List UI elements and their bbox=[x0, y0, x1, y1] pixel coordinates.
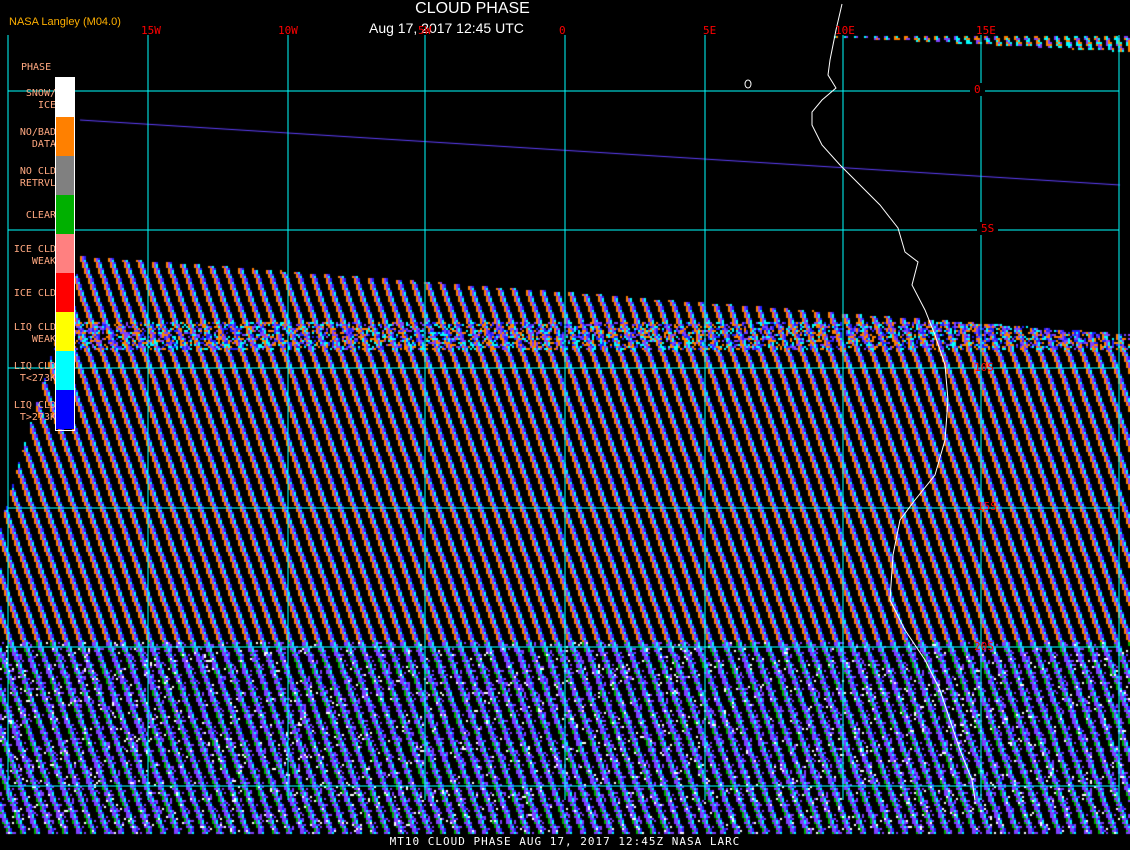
satellite-map-view: CLOUD PHASE Aug 17, 2017 12:45 UTC NASA … bbox=[0, 0, 1130, 850]
legend-label-line: NO CLD bbox=[20, 166, 56, 178]
legend-label-line: LIQ CLD bbox=[14, 400, 56, 412]
credit-label: NASA Langley (M04.0) bbox=[9, 16, 121, 28]
legend-label-line: LIQ CLD bbox=[14, 361, 56, 373]
legend-label: LIQ CLD T<273K bbox=[14, 361, 56, 385]
legend-label-line: LIQ CLD bbox=[14, 322, 56, 334]
legend-label: LIQ CLD WEAK bbox=[14, 322, 56, 346]
legend-label-line: ICE CLD bbox=[14, 288, 56, 300]
legend-label-line: CLEAR bbox=[26, 210, 56, 222]
lat-label-10s: 10S bbox=[970, 361, 998, 374]
lon-label-15e: 15E bbox=[976, 24, 996, 37]
legend-frame bbox=[55, 77, 75, 431]
legend-label-line: WEAK bbox=[14, 334, 56, 346]
legend-label: NO CLD RETRVL bbox=[20, 166, 56, 190]
lat-label-15s: 15S bbox=[973, 500, 1001, 513]
legend-label: CLEAR bbox=[26, 210, 56, 222]
legend-label-line: ICE CLD bbox=[14, 244, 56, 256]
lat-lon-grid bbox=[0, 0, 1130, 850]
legend-label-line: WEAK bbox=[14, 256, 56, 268]
coastline bbox=[812, 4, 975, 800]
island-outline bbox=[745, 80, 751, 88]
legend-label-line: DATA bbox=[20, 139, 56, 151]
legend-label: SNOW/ICE bbox=[26, 88, 56, 112]
lon-label-0: 0 bbox=[559, 24, 566, 37]
lon-label-10w: 10W bbox=[278, 24, 298, 37]
legend-label-line: NO/BAD bbox=[20, 127, 56, 139]
footer-caption: MT10 CLOUD PHASE AUG 17, 2017 12:45Z NAS… bbox=[0, 835, 1130, 848]
lat-label-5s: 5S bbox=[977, 222, 998, 235]
map-datetime: Aug 17, 2017 12:45 UTC bbox=[369, 20, 524, 36]
lat-label-20s: 20S bbox=[970, 640, 998, 653]
legend-title: PHASE bbox=[21, 62, 51, 73]
map-title: CLOUD PHASE bbox=[0, 0, 945, 18]
legend-label-line: ICE bbox=[26, 100, 56, 112]
lon-label-5w: 5W bbox=[418, 24, 431, 37]
lon-label-15w: 15W bbox=[141, 24, 161, 37]
legend-label: ICE CLD bbox=[14, 288, 56, 300]
legend-label-line: T<273K bbox=[14, 373, 56, 385]
legend-label-line: T>273K bbox=[14, 412, 56, 424]
lon-label-10e: 10E bbox=[835, 24, 855, 37]
legend-label: ICE CLD WEAK bbox=[14, 244, 56, 268]
legend-label-line: RETRVL bbox=[20, 178, 56, 190]
legend-label: LIQ CLD T>273K bbox=[14, 400, 56, 424]
lat-label-0: 0 bbox=[970, 83, 985, 96]
legend-label-line: SNOW/ bbox=[26, 88, 56, 100]
lon-label-5e: 5E bbox=[703, 24, 716, 37]
legend-label: NO/BAD DATA bbox=[20, 127, 56, 151]
